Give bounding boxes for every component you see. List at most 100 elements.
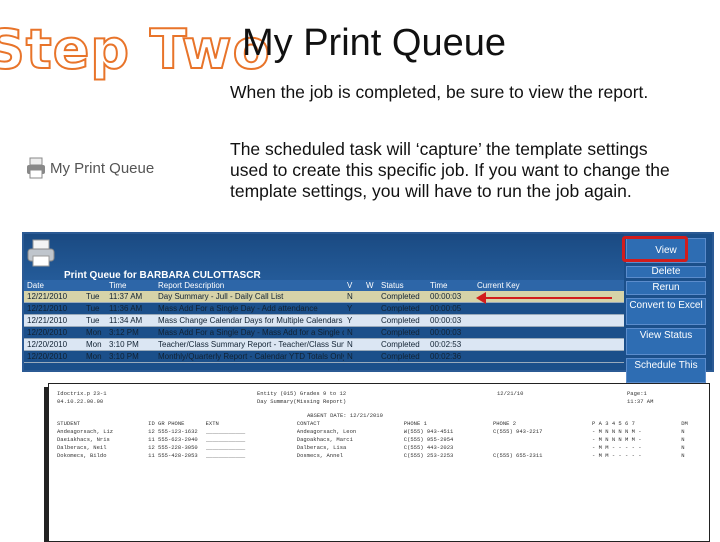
cell-date: 12/20/2010: [27, 352, 68, 361]
report-cell: 11 555-428-2053: [148, 452, 198, 459]
report-cell: C(555) 943-2217: [492, 428, 543, 435]
cell-time: 11:37 AM: [109, 292, 143, 301]
report-text: [57, 412, 307, 420]
report-text: Day Summary(Missing Report): [257, 398, 347, 405]
report-col: DM: [681, 420, 688, 427]
cell-key: [474, 339, 617, 350]
step-heading: Step Two: [0, 17, 271, 82]
view-status-button[interactable]: View Status: [626, 328, 706, 355]
cell-description: Teacher/Class Summary Report - Teacher/C…: [158, 340, 344, 349]
cell-status: Completed: [381, 340, 420, 349]
cell-status: Completed: [381, 328, 420, 337]
page-title: My Print Queue: [242, 22, 506, 64]
cell-day: Mon: [86, 340, 102, 349]
report-row: Daeiakhacs, Nris 11 555-623-2940 _______…: [57, 436, 701, 444]
report-col: ID GR PHONE: [148, 420, 185, 427]
report-cell: - M M - - - - -: [592, 444, 642, 451]
report-cell: N: [681, 428, 685, 435]
report-cell: [493, 444, 592, 452]
cell-status: Completed: [381, 292, 420, 301]
report-text: 12/21/10: [497, 390, 524, 397]
cell-w: [363, 327, 378, 338]
cell-day: Mon: [86, 352, 102, 361]
report-cell: - M M - - - - -: [592, 452, 642, 459]
rerun-button[interactable]: Rerun: [626, 281, 706, 295]
table-row[interactable]: 12/21/2010 Tue 11:34 AM Mass Change Cale…: [24, 315, 624, 327]
cell-w: [363, 339, 378, 350]
cell-status: Completed: [381, 304, 420, 313]
delete-button[interactable]: Delete: [626, 266, 706, 278]
report-cell: ____________: [205, 444, 246, 451]
table-row[interactable]: 12/20/2010 Mon 3:10 PM Teacher/Class Sum…: [24, 339, 624, 351]
report-cell: Daeiakhacs, Nris: [57, 436, 110, 443]
report-col: STUDENT: [57, 420, 81, 427]
report-cell: C(555) 955-2954: [403, 436, 454, 443]
col-status[interactable]: Status: [378, 280, 427, 291]
cell-status: Completed: [381, 316, 420, 325]
report-col: PHONE 1: [403, 420, 427, 427]
report-preview: Idoctrix.p 23-1 Entity (015) Grades 9 to…: [48, 383, 710, 542]
report-cell: 12 555-123-1632: [148, 428, 198, 435]
report-cell: [493, 436, 592, 444]
print-queue-link[interactable]: My Print Queue: [26, 152, 178, 184]
cell-date: 12/21/2010: [27, 292, 68, 301]
report-text: Entity (015) Grades 9 to 12: [257, 390, 347, 397]
cell-description: Mass Add For a Single Day - Add attendan…: [158, 304, 318, 313]
cell-key: [474, 327, 617, 338]
schedule-this-button[interactable]: Schedule This: [626, 358, 706, 383]
pointer-arrow: [476, 292, 612, 304]
convert-to-excel-button[interactable]: Convert to Excel: [626, 298, 706, 325]
report-cell: Dokomecs, Bildo: [57, 452, 107, 459]
report-text: 11:37 AM: [627, 398, 654, 405]
cell-date: 12/20/2010: [27, 340, 68, 349]
cell-description: Monthly/Quarterly Report - Calendar YTD …: [158, 352, 344, 361]
col-description[interactable]: Report Description: [155, 280, 344, 291]
cell-elapsed: 00:02:36: [430, 352, 462, 361]
cell-v: Y: [347, 316, 353, 325]
col-time[interactable]: Time: [106, 280, 155, 291]
col-w[interactable]: W: [363, 280, 378, 291]
col-date[interactable]: Date: [24, 280, 83, 291]
print-queue-window: Print Queue for BARBARA CULOTTASCR Date …: [22, 232, 714, 383]
report-row: Dalberacs, Neil 12 555-228-3050 ________…: [57, 444, 701, 452]
cell-day: Tue: [86, 292, 100, 301]
table-row[interactable]: 12/21/2010 Tue 11:36 AM Mass Add For a S…: [24, 303, 624, 315]
cell-key: [474, 351, 617, 362]
table-header-row: Date Time Report Description V W Status …: [24, 280, 624, 291]
cell-elapsed: 00:00:03: [430, 292, 462, 301]
cell-key: [474, 315, 617, 326]
table-row[interactable]: 12/20/2010 Mon 3:12 PM Mass Add For a Si…: [24, 327, 624, 339]
report-cell: C(555) 443-2023: [403, 444, 454, 451]
report-cell: Dagoakhacs, Marci: [296, 436, 353, 443]
report-cell: W(555) 943-4511: [403, 428, 454, 435]
cell-date: 12/21/2010: [27, 316, 68, 325]
report-cell: 11 555-623-2940: [148, 436, 198, 443]
cell-time: 11:36 AM: [109, 304, 143, 313]
cell-time: 11:34 AM: [109, 316, 143, 325]
cell-date: 12/20/2010: [27, 328, 68, 337]
col-current-key[interactable]: Current Key: [474, 280, 617, 291]
report-col: CONTACT: [296, 420, 320, 427]
table-row[interactable]: 12/20/2010 Mon 3:10 PM Monthly/Quarterly…: [24, 351, 624, 363]
report-text: 04.10.22.00.00: [57, 398, 104, 405]
report-cell: ____________: [205, 452, 246, 459]
report-header-line: Idoctrix.p 23-1 Entity (015) Grades 9 to…: [57, 390, 701, 398]
col-elapsed[interactable]: Time: [427, 280, 474, 291]
printer-icon: [27, 238, 55, 268]
cell-elapsed: 00:00:03: [430, 328, 462, 337]
cell-elapsed: 00:00:05: [430, 304, 462, 313]
cell-time: 3:10 PM: [109, 352, 139, 361]
report-cell: C(555) 655-2311: [492, 452, 543, 459]
report-content: Idoctrix.p 23-1 Entity (015) Grades 9 to…: [57, 390, 701, 460]
cell-w: [363, 303, 378, 314]
report-row: Andeagorsach, Liz 12 555-123-1632 ______…: [57, 428, 701, 436]
view-button-highlight: [622, 236, 688, 262]
report-cell: N: [681, 436, 685, 443]
report-text: Page:1: [627, 390, 647, 397]
col-v[interactable]: V: [344, 280, 363, 291]
report-cell: ____________: [205, 428, 246, 435]
cell-day: Tue: [86, 304, 100, 313]
report-text: Idoctrix.p 23-1: [57, 390, 107, 397]
report-cell: Dalberacs, Neil: [57, 444, 107, 451]
window-header: Print Queue for BARBARA CULOTTASCR: [24, 234, 624, 281]
